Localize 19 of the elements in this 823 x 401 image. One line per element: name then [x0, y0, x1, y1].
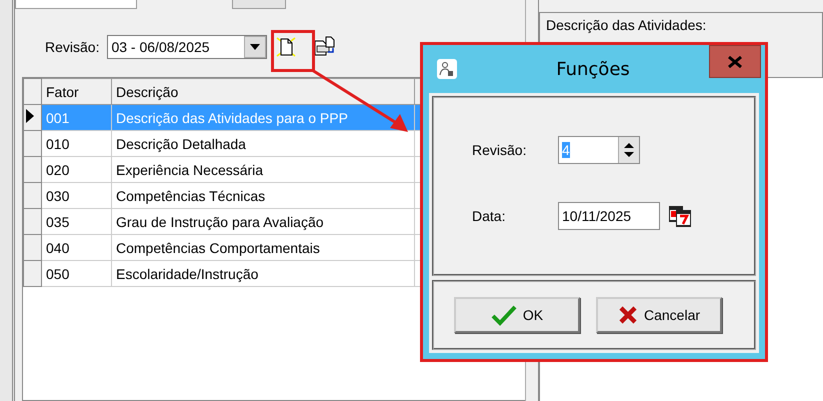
- table-cell: Descrição das Atividades para o PPP: [116, 110, 348, 126]
- table-cell: Grau de Instrução para Avaliação: [116, 214, 324, 230]
- table-cell: Descrição Detalhada: [116, 136, 246, 152]
- field-label: Data:: [472, 208, 506, 224]
- table-cell: 010: [46, 136, 70, 152]
- table-cell: Competências Técnicas: [116, 188, 266, 204]
- table-cell: 030: [46, 188, 70, 204]
- table-cell: 050: [46, 266, 70, 282]
- dialog-title: Funções: [555, 58, 631, 80]
- table-cell: 020: [46, 162, 70, 178]
- table-cell: Escolaridade/Instrução: [116, 266, 258, 282]
- table-cell: Competências Comportamentais: [116, 240, 320, 256]
- field-label: Revisão:: [472, 142, 528, 158]
- table-cell: Experiência Necessária: [116, 162, 264, 178]
- memo-text: Descrição das Atividades:: [546, 17, 706, 33]
- table-cell: 035: [46, 214, 70, 230]
- revision-label: Revisão:: [45, 39, 100, 55]
- table-cell: 001: [46, 110, 70, 126]
- table-cell: 040: [46, 240, 70, 256]
